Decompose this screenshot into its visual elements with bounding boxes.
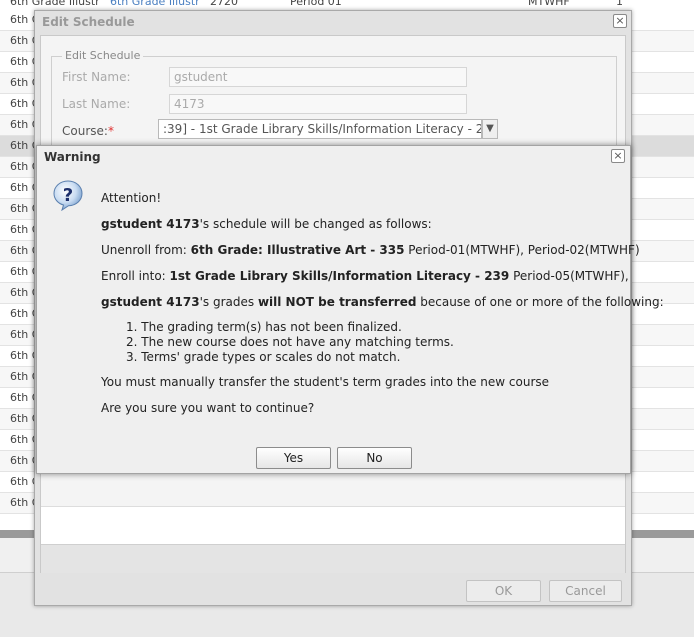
chevron-down-icon[interactable]: ▼ bbox=[482, 119, 498, 139]
grades-text-2: because of one or more of the following: bbox=[416, 295, 664, 309]
course-label-text: Course: bbox=[62, 124, 108, 138]
first-name-label: First Name: bbox=[62, 70, 131, 84]
manual-transfer-text: You must manually transfer the student's… bbox=[101, 375, 550, 389]
enroll-periods: Period-05(MTWHF), bbox=[509, 269, 629, 283]
course-select[interactable]: :39] - 1st Grade Library Skills/Informat… bbox=[158, 119, 482, 139]
schedule-change-text: 's schedule will be changed as follows: bbox=[199, 217, 432, 231]
grades-line: gstudent 4173's grades will NOT be trans… bbox=[101, 295, 664, 309]
edit-schedule-close-icon[interactable]: × bbox=[613, 14, 627, 28]
unenroll-periods: Period-01(MTWHF), Period-02(MTWHF) bbox=[404, 243, 640, 257]
required-asterisk: * bbox=[107, 124, 114, 138]
first-name-field[interactable]: gstudent bbox=[169, 67, 467, 87]
unenroll-course: 6th Grade: Illustrative Art - 335 bbox=[190, 243, 405, 257]
grades-not-transferred: will NOT be transferred bbox=[257, 295, 417, 309]
reason-item: 3. Terms' grade types or scales do not m… bbox=[126, 350, 401, 364]
unenroll-line: Unenroll from: 6th Grade: Illustrative A… bbox=[101, 243, 640, 257]
yes-button[interactable]: Yes bbox=[256, 447, 331, 469]
edit-schedule-title: Edit Schedule bbox=[42, 15, 135, 29]
edit-schedule-list-area bbox=[41, 506, 625, 545]
cancel-button[interactable]: Cancel bbox=[549, 580, 622, 602]
enroll-prefix: Enroll into: bbox=[101, 269, 170, 283]
unenroll-prefix: Unenroll from: bbox=[101, 243, 191, 257]
fieldset-legend: Edit Schedule bbox=[62, 49, 144, 62]
warning-close-icon[interactable]: × bbox=[611, 149, 625, 163]
enroll-course: 1st Grade Library Skills/Information Lit… bbox=[169, 269, 510, 283]
course-label: Course:* bbox=[62, 124, 114, 138]
svg-text:?: ? bbox=[63, 185, 73, 206]
reason-item: 1. The grading term(s) has not been fina… bbox=[126, 320, 402, 334]
last-name-label: Last Name: bbox=[62, 97, 131, 111]
student-name-2: gstudent 4173 bbox=[101, 295, 200, 309]
warning-title: Warning bbox=[44, 150, 101, 164]
question-icon: ? bbox=[53, 180, 83, 211]
reason-item: 2. The new course does not have any matc… bbox=[126, 335, 454, 349]
last-name-field[interactable]: 4173 bbox=[169, 94, 467, 114]
no-button[interactable]: No bbox=[337, 447, 412, 469]
student-name: gstudent 4173 bbox=[101, 217, 200, 231]
attention-text: Attention! bbox=[101, 191, 162, 205]
warning-dialog: Warning × ? Attention! gstudent 4173's s… bbox=[36, 145, 664, 474]
confirm-question: Are you sure you want to continue? bbox=[101, 401, 315, 415]
enroll-line: Enroll into: 1st Grade Library Skills/In… bbox=[101, 269, 629, 283]
grades-text-1: 's grades bbox=[199, 295, 258, 309]
edit-schedule-footer bbox=[41, 544, 625, 573]
schedule-change-line: gstudent 4173's schedule will be changed… bbox=[101, 217, 432, 231]
ok-button[interactable]: OK bbox=[466, 580, 541, 602]
reasons-list: 1. The grading term(s) has not been fina… bbox=[126, 320, 454, 365]
